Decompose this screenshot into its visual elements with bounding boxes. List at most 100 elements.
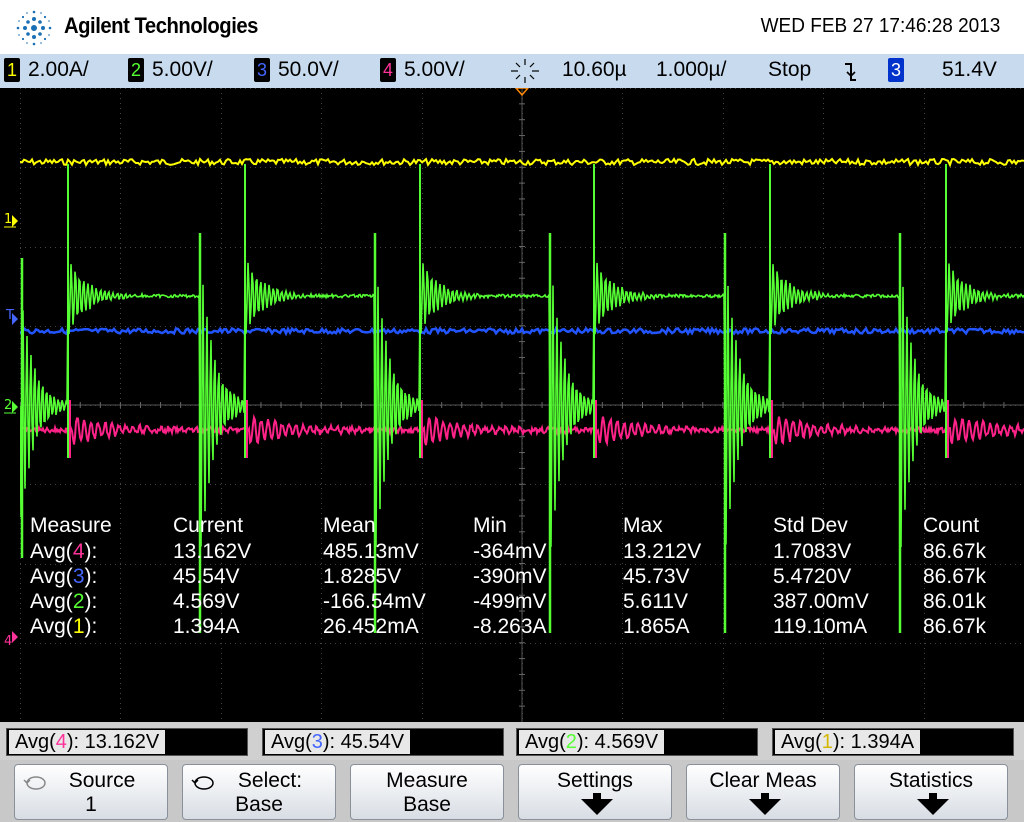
ch3-scale: 50.0V/ bbox=[278, 58, 339, 81]
table-cell-mean: -166.54mV bbox=[323, 590, 426, 613]
avg-value: ): 4.569V bbox=[576, 731, 659, 753]
ch2-badge: 2 bbox=[128, 58, 144, 82]
ch4-scale: 5.00V/ bbox=[404, 58, 465, 81]
avg-prefix: Avg( bbox=[271, 731, 312, 753]
table-cell-min: -364mV bbox=[473, 540, 547, 563]
softkey-value: Base bbox=[403, 793, 451, 816]
measure-channel: 4 bbox=[72, 540, 85, 563]
softkey-label: Clear Meas bbox=[709, 769, 817, 792]
measure-prefix: Avg( bbox=[30, 590, 73, 613]
table-cell-mean: 485.13mV bbox=[323, 540, 419, 563]
measure-channel: 2 bbox=[72, 590, 85, 613]
ch1-scale-item[interactable]: 1 2.00A/ bbox=[4, 58, 89, 82]
table-cell-count: 86.67k bbox=[923, 615, 987, 638]
down-arrow-icon bbox=[749, 799, 781, 815]
statistics-softkey[interactable]: Statistics bbox=[854, 764, 1008, 820]
measure-suffix: ): bbox=[84, 615, 98, 638]
column-header: Measure bbox=[30, 514, 112, 537]
ch4-scale-item[interactable]: 4 5.00V/ bbox=[380, 58, 465, 82]
trigger-level[interactable]: 51.4V bbox=[942, 58, 997, 82]
table-cell-current: 1.394A bbox=[173, 615, 240, 638]
table-cell-mean: 1.8285V bbox=[323, 565, 402, 588]
trigger-source-badge: 3 bbox=[888, 58, 904, 82]
measure-channel: 1 bbox=[72, 615, 85, 638]
table-cell-max: 45.73V bbox=[623, 565, 690, 588]
softkey-label: Settings bbox=[557, 769, 633, 792]
avg-readout-ch1[interactable]: Avg(1): 1.394A bbox=[772, 728, 1014, 756]
avg-prefix: Avg( bbox=[781, 731, 822, 753]
table-cell-std: 1.7083V bbox=[773, 540, 852, 563]
table-cell-min: -8.263A bbox=[473, 615, 547, 638]
ch3-scale-item[interactable]: 3 50.0V/ bbox=[254, 58, 339, 82]
measure-base-softkey[interactable]: Measure Base bbox=[350, 764, 504, 820]
table-cell-max: 13.212V bbox=[623, 540, 702, 563]
column-header: Min bbox=[473, 514, 507, 537]
channel-status-bar: 1 2.00A/ 2 5.00V/ 3 50.0V/ 4 5.00V/ 10.60µ 1… bbox=[0, 54, 1024, 88]
falling-edge-icon bbox=[845, 63, 856, 81]
table-cell-std: 119.10mA bbox=[773, 615, 868, 638]
measure-prefix: Avg( bbox=[30, 540, 73, 563]
measure-name: Avg(4): bbox=[30, 540, 97, 564]
softkey-label: Measure bbox=[386, 769, 468, 792]
ch3-badge: 3 bbox=[254, 58, 270, 82]
avg-channel: 1 bbox=[821, 731, 833, 753]
channel-marker-arrows bbox=[4, 215, 18, 643]
column-header: Mean bbox=[323, 514, 376, 537]
ch2-scale: 5.00V/ bbox=[152, 58, 213, 81]
avg-readout-ch3[interactable]: Avg(3): 45.54V bbox=[262, 728, 504, 756]
source-softkey[interactable]: Source 1 bbox=[14, 764, 168, 820]
softkey-label: Select: bbox=[237, 769, 303, 792]
table-cell-count: 86.01k bbox=[923, 590, 987, 613]
run-state: Stop bbox=[768, 58, 812, 81]
ch4-badge: 4 bbox=[380, 58, 396, 82]
avg-prefix: Avg( bbox=[15, 731, 56, 753]
column-header: Current bbox=[173, 514, 244, 537]
table-cell-max: 1.865A bbox=[623, 615, 690, 638]
select-softkey[interactable]: Select: Base bbox=[182, 764, 336, 820]
agilent-spark-logo-icon bbox=[16, 10, 52, 46]
clear-meas-softkey[interactable]: Clear Meas bbox=[686, 764, 840, 820]
table-cell-mean: 26.452mA bbox=[323, 615, 419, 638]
softkey-label: Source bbox=[68, 769, 136, 792]
avg-value: ): 13.162V bbox=[66, 731, 160, 753]
down-arrow-icon bbox=[917, 799, 949, 815]
ch1-badge: 1 bbox=[4, 58, 20, 82]
measure-suffix: ): bbox=[84, 565, 98, 588]
trigger-source-item[interactable]: 3 bbox=[888, 58, 912, 82]
column-header: Max bbox=[623, 514, 663, 537]
softkey-value: 1 bbox=[85, 793, 97, 816]
measure-suffix: ): bbox=[84, 590, 98, 613]
table-cell-current: 13.162V bbox=[173, 540, 252, 563]
ch1-scale: 2.00A/ bbox=[28, 58, 89, 81]
table-cell-count: 86.67k bbox=[923, 540, 987, 563]
avg-readout-ch2[interactable]: Avg(2): 4.569V bbox=[516, 728, 758, 756]
avg-channel: 4 bbox=[55, 731, 67, 753]
table-cell-std: 5.4720V bbox=[773, 565, 852, 588]
settings-softkey[interactable]: Settings bbox=[518, 764, 672, 820]
measure-name: Avg(1): bbox=[30, 615, 97, 639]
table-cell-current: 45.54V bbox=[173, 565, 240, 588]
table-cell-current: 4.569V bbox=[173, 590, 240, 613]
ch2-scale-item[interactable]: 2 5.00V/ bbox=[128, 58, 213, 82]
down-arrow-icon bbox=[581, 799, 613, 815]
avg-prefix: Avg( bbox=[525, 731, 566, 753]
measure-prefix: Avg( bbox=[30, 615, 73, 638]
measure-channel: 3 bbox=[72, 565, 85, 588]
time-scale[interactable]: 1.000µ/ bbox=[656, 58, 727, 82]
column-header: Count bbox=[923, 514, 980, 537]
table-cell-min: -499mV bbox=[473, 590, 547, 613]
brand-name: Agilent Technologies bbox=[64, 13, 258, 38]
time-position[interactable]: 10.60µ bbox=[562, 58, 627, 82]
avg-value: ): 1.394A bbox=[832, 731, 915, 753]
measurement-readout-strip: Avg(4): 13.162V Avg(3): 45.54V Avg(2): 4… bbox=[0, 722, 1024, 760]
column-header: Std Dev bbox=[773, 514, 848, 537]
table-cell-max: 5.611V bbox=[623, 590, 688, 613]
measure-suffix: ): bbox=[84, 540, 98, 563]
table-cell-std: 387.00mV bbox=[773, 590, 869, 613]
measure-name: Avg(3): bbox=[30, 565, 97, 589]
softkey-bar: Source 1 Select: Base Measure Base Setti… bbox=[0, 760, 1024, 822]
horizontal-timebase-icon bbox=[511, 59, 539, 83]
softkey-value: Base bbox=[235, 793, 283, 816]
avg-readout-ch4[interactable]: Avg(4): 13.162V bbox=[6, 728, 248, 756]
header-bar: Agilent Technologies WED FEB 27 17:46:28… bbox=[0, 0, 1024, 54]
